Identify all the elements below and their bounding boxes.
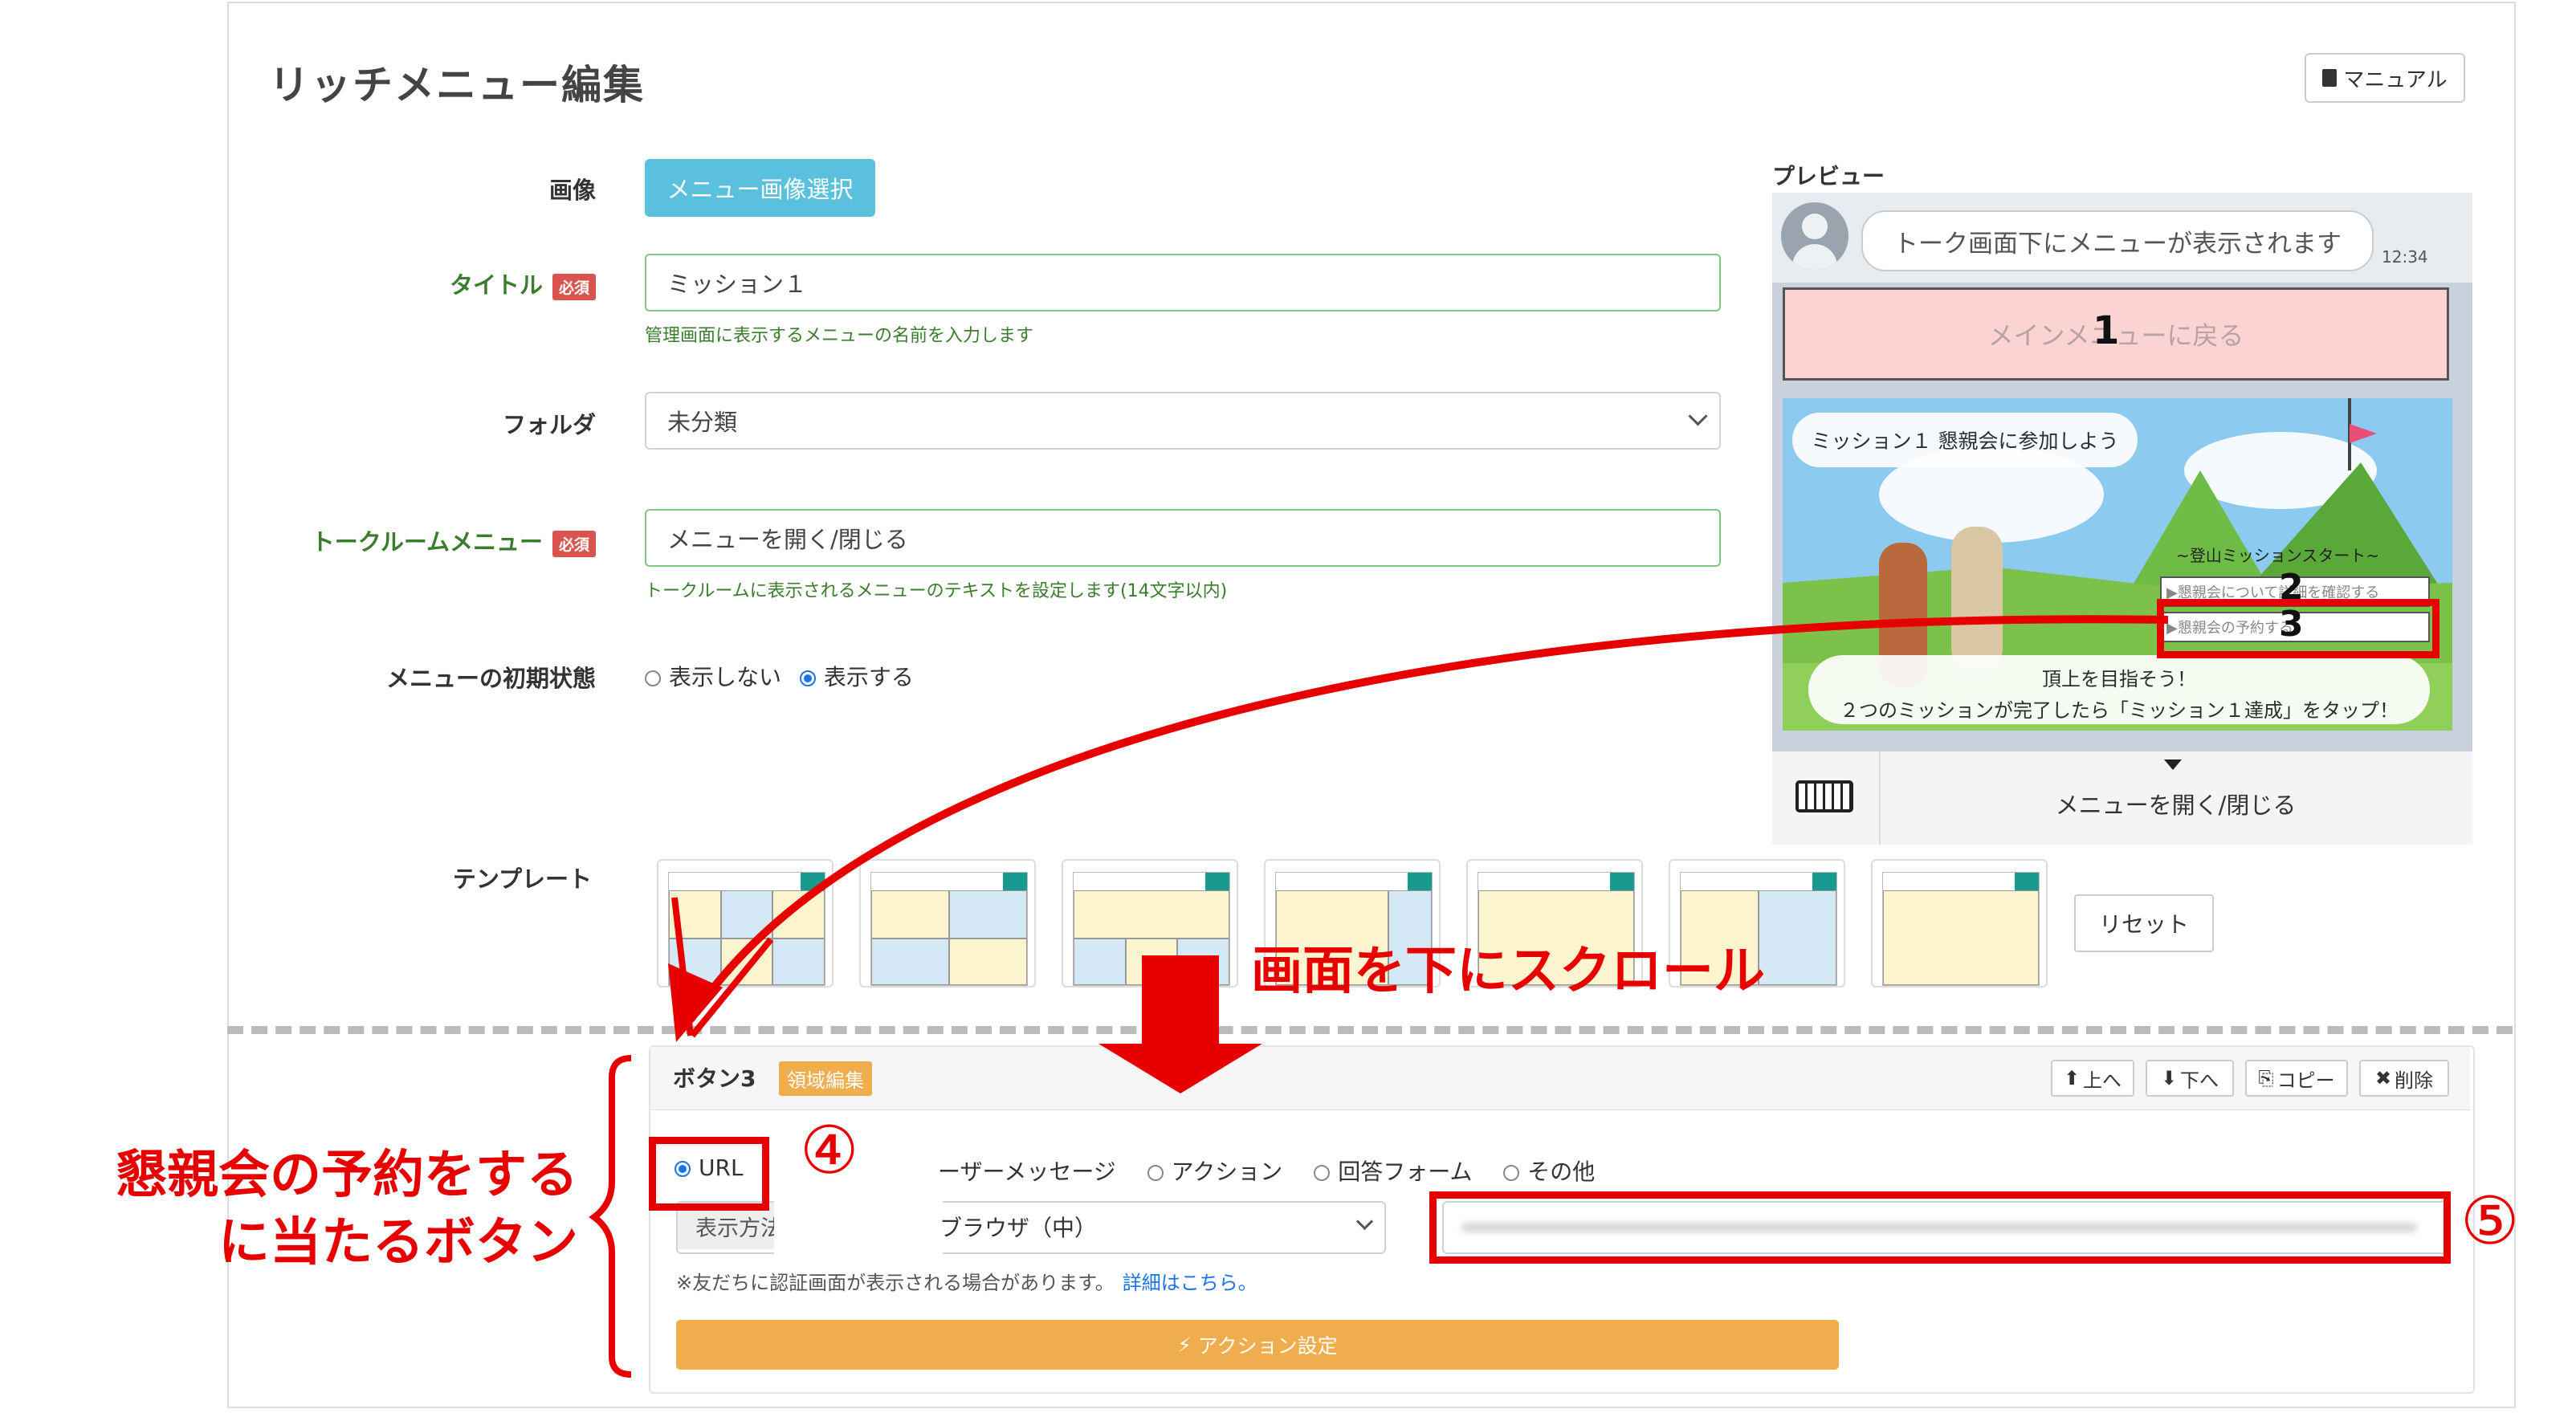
annotation-line-1: 懇親会の予約をする [116,1146,578,1205]
target-button-annotation: 懇親会の予約をする に当たるボタン [32,1142,578,1277]
scroll-annotation: 画面を下にスクロール [1251,942,1765,1001]
step-5-marker: ⑤ [2460,1183,2520,1260]
highlight-url-input [1429,1191,2451,1264]
highlight-url-option [649,1137,769,1211]
highlight-button-3 [2157,599,2439,658]
step-4-marker: ④ [800,1113,859,1189]
annotation-line-2: に当たるボタン [218,1213,578,1273]
